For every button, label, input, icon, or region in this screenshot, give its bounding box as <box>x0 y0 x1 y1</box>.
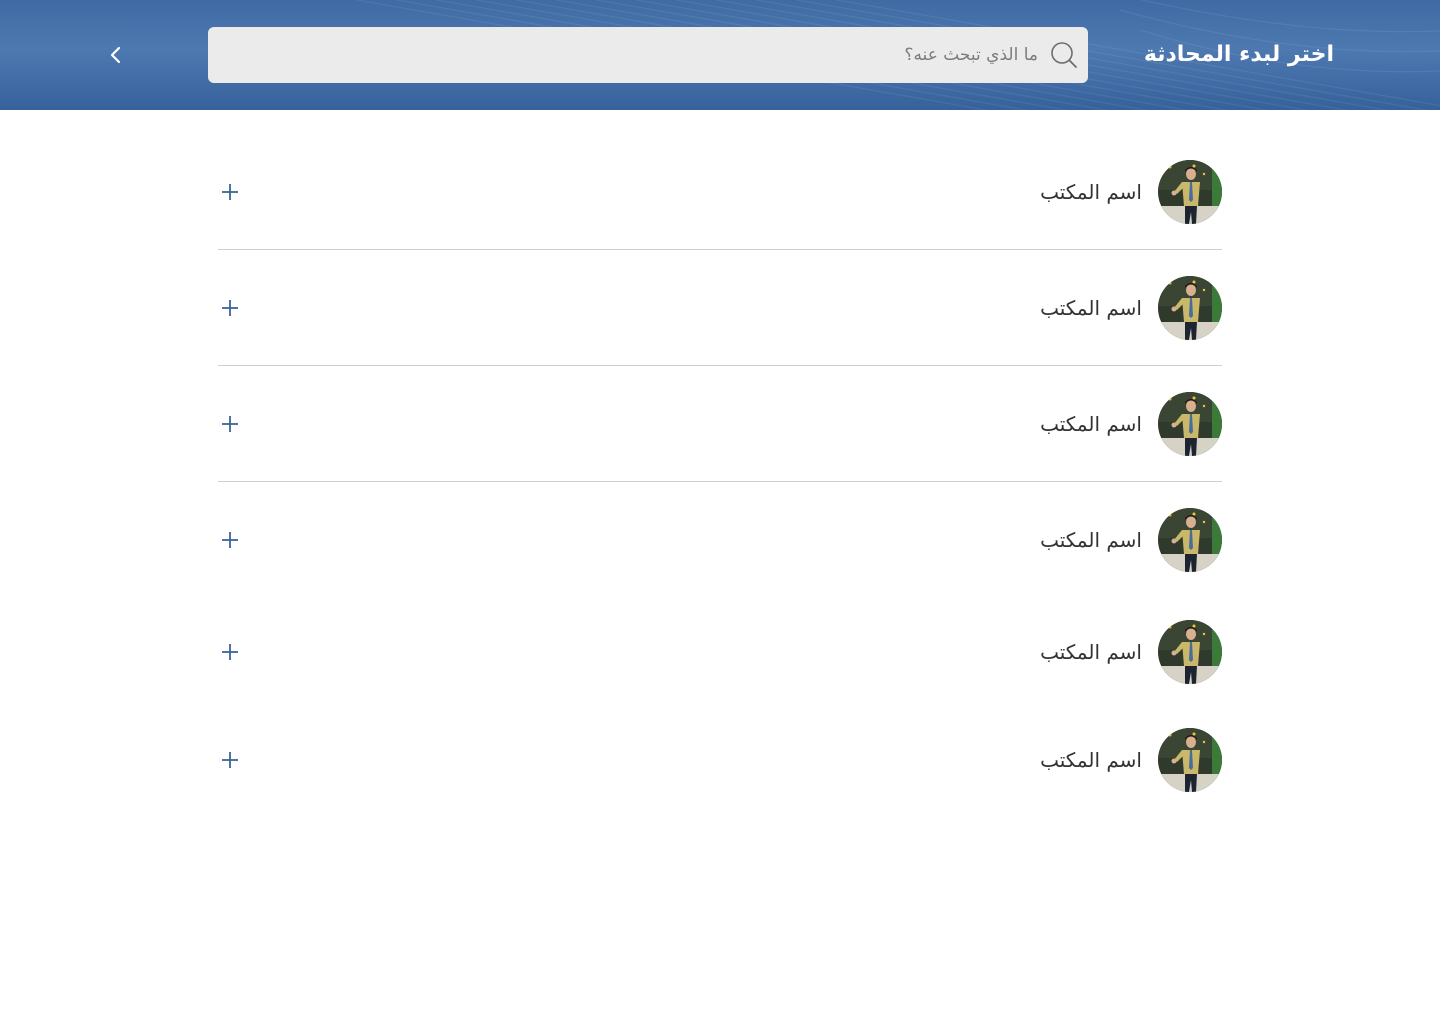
teacher-avatar-image <box>1158 160 1222 224</box>
avatar <box>1158 392 1222 456</box>
search-bar <box>208 27 1088 83</box>
avatar <box>1158 508 1222 572</box>
page-title: اختر لبدء المحادثة <box>1143 42 1334 67</box>
plus-icon <box>222 644 238 660</box>
plus-icon <box>222 300 238 316</box>
back-button[interactable] <box>100 39 132 71</box>
office-name: اسم المكتب <box>1040 180 1142 204</box>
plus-icon <box>222 416 238 432</box>
office-name: اسم المكتب <box>1040 412 1142 436</box>
avatar <box>1158 160 1222 224</box>
list-item[interactable]: اسم المكتب <box>218 250 1222 366</box>
chevron-right-icon <box>110 46 121 64</box>
teacher-avatar-image <box>1158 392 1222 456</box>
list-item[interactable]: اسم المكتب <box>218 598 1222 706</box>
add-button[interactable] <box>218 180 242 204</box>
office-name: اسم المكتب <box>1040 640 1142 664</box>
search-input[interactable] <box>224 27 1038 83</box>
office-list: اسم المكتب اسم المكتب اسم المكتب اسم الم… <box>218 134 1222 814</box>
avatar <box>1158 276 1222 340</box>
teacher-avatar-image <box>1158 620 1222 684</box>
office-name: اسم المكتب <box>1040 296 1142 320</box>
avatar <box>1158 728 1222 792</box>
office-name: اسم المكتب <box>1040 528 1142 552</box>
add-button[interactable] <box>218 748 242 772</box>
search-icon[interactable] <box>1050 41 1078 69</box>
list-item[interactable]: اسم المكتب <box>218 482 1222 598</box>
add-button[interactable] <box>218 640 242 664</box>
list-item[interactable]: اسم المكتب <box>218 706 1222 814</box>
teacher-avatar-image <box>1158 728 1222 792</box>
teacher-avatar-image <box>1158 276 1222 340</box>
list-item[interactable]: اسم المكتب <box>218 366 1222 482</box>
app-header: اختر لبدء المحادثة <box>0 0 1440 110</box>
plus-icon <box>222 752 238 768</box>
office-name: اسم المكتب <box>1040 748 1142 772</box>
teacher-avatar-image <box>1158 508 1222 572</box>
avatar <box>1158 620 1222 684</box>
plus-icon <box>222 532 238 548</box>
list-item[interactable]: اسم المكتب <box>218 134 1222 250</box>
plus-icon <box>222 184 238 200</box>
add-button[interactable] <box>218 412 242 436</box>
add-button[interactable] <box>218 528 242 552</box>
add-button[interactable] <box>218 296 242 320</box>
